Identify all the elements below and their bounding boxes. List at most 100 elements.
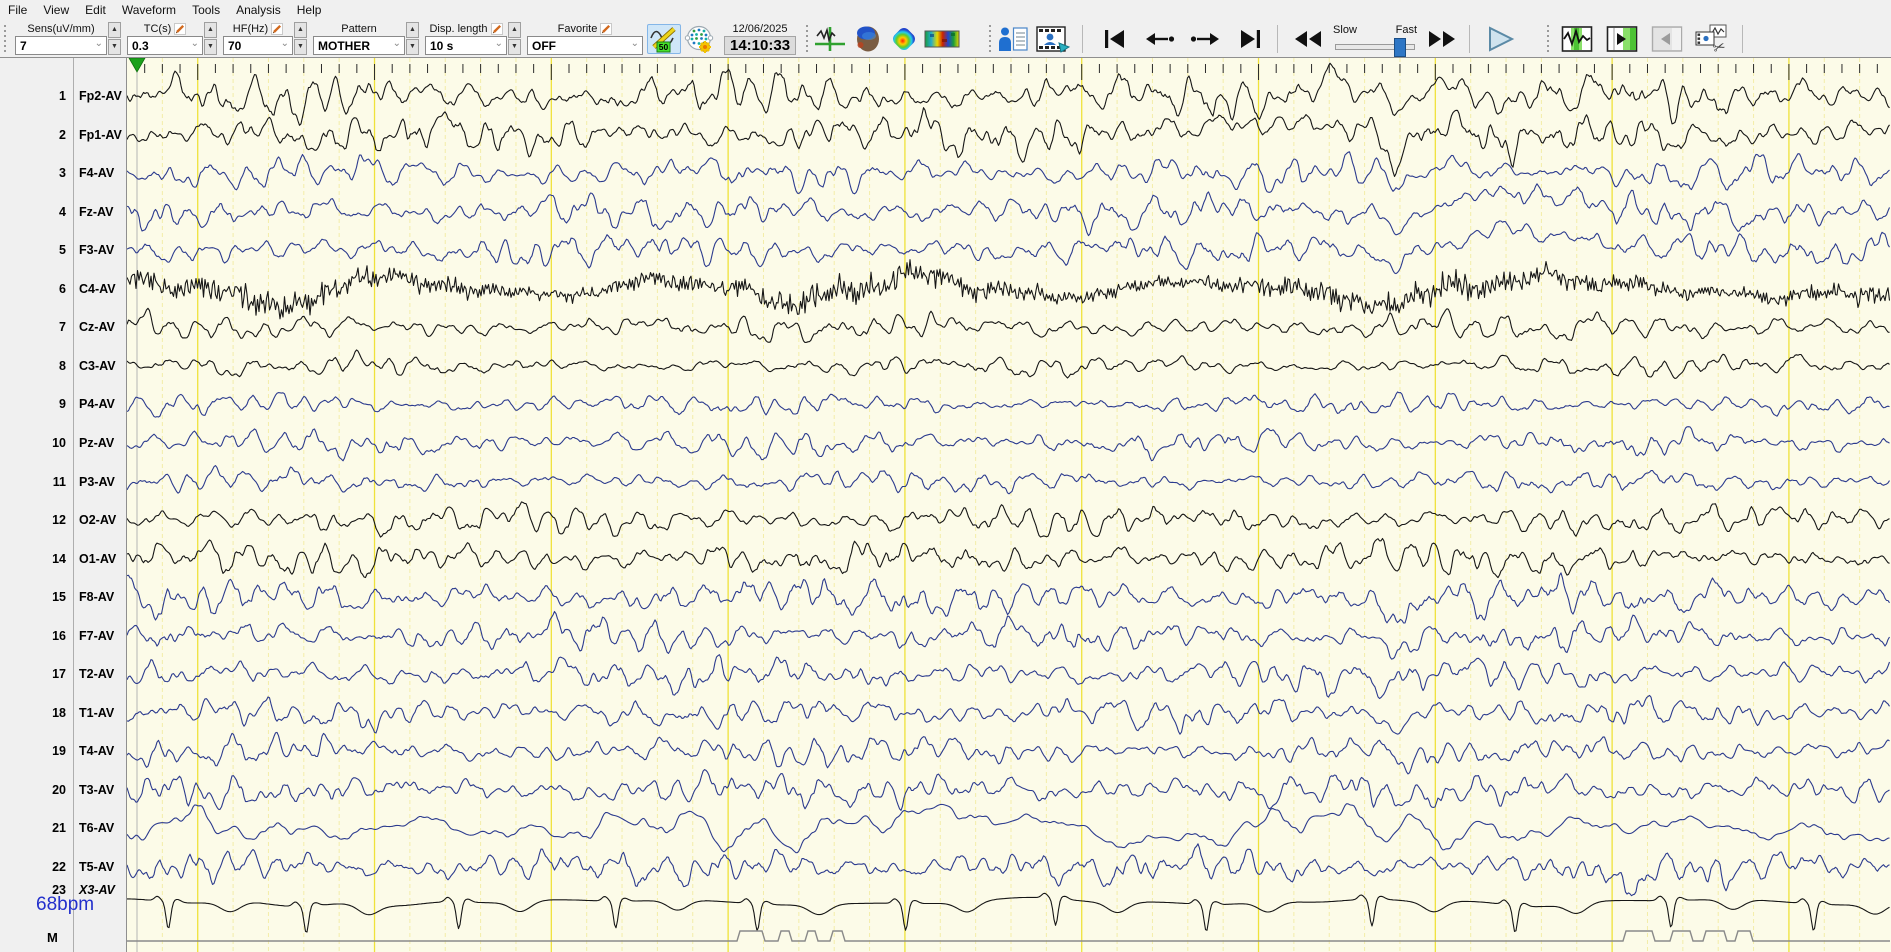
favorite-combo[interactable]: OFF ⌄ [527, 36, 643, 55]
toolbar-separator [1742, 24, 1744, 53]
rewind-button[interactable] [1288, 24, 1328, 54]
skip-to-end-button[interactable] [1232, 24, 1268, 54]
tc-edit-icon[interactable] [174, 23, 187, 35]
channel-row[interactable]: 1 Fp2-AV [0, 87, 127, 105]
channel-row[interactable]: 19 T4-AV [0, 742, 127, 760]
review-waveform-button[interactable] [1558, 24, 1596, 54]
channel-number: 3 [59, 166, 66, 181]
sens-spinner-up[interactable]: ▲ [108, 22, 121, 38]
channel-row[interactable]: 4 Fz-AV [0, 203, 127, 221]
channel-label: F3-AV [79, 243, 115, 258]
fast-forward-button[interactable] [1422, 24, 1462, 54]
toolbar-grip[interactable] [1545, 24, 1551, 53]
menu-item-help[interactable]: Help [289, 1, 330, 19]
channel-row[interactable]: 9 P4-AV [0, 395, 127, 413]
channel-row[interactable]: 6 C4-AV [0, 280, 127, 298]
channel-label: T2-AV [79, 667, 115, 682]
channel-row[interactable]: 14 O1-AV [0, 550, 127, 568]
channel-row[interactable]: 18 T1-AV [0, 704, 127, 722]
video-clip-cut-button[interactable]: ✂ [1691, 24, 1733, 54]
pattern-spinner-down[interactable]: ▼ [406, 39, 419, 55]
channel-label: T5-AV [79, 860, 115, 874]
menu-item-waveform[interactable]: Waveform [114, 1, 184, 19]
channel-row[interactable]: 8 C3-AV [0, 357, 127, 375]
notch-filter-button[interactable]: 50 [647, 23, 681, 54]
topo-map-button[interactable] [888, 24, 920, 54]
channel-row[interactable]: 10 Pz-AV [0, 434, 127, 452]
channel-label: P3-AV [79, 474, 115, 489]
head-3d-map-button[interactable] [850, 24, 886, 54]
pattern-combo[interactable]: MOTHER ⌄ [313, 36, 405, 55]
hf-edit-icon[interactable] [271, 23, 284, 35]
menu-item-analysis[interactable]: Analysis [228, 1, 289, 19]
channel-number: 9 [59, 397, 66, 412]
menu-item-edit[interactable]: Edit [77, 1, 114, 19]
channel-row[interactable]: 12 O2-AV [0, 511, 127, 529]
step-forward-icon [1190, 32, 1220, 45]
menu-item-tools[interactable]: Tools [184, 1, 228, 19]
channel-label: F4-AV [79, 166, 115, 181]
menu-item-file[interactable]: File [0, 1, 35, 19]
toolbar-grip[interactable] [804, 24, 810, 53]
hf-value: 70 [228, 38, 242, 53]
channel-row[interactable]: 20 T3-AV [0, 781, 127, 799]
channel-row[interactable]: 16 F7-AV [0, 627, 127, 645]
patient-info-icon [999, 26, 1028, 51]
skip-to-start-button[interactable] [1097, 24, 1133, 54]
channel-number: 17 [52, 667, 66, 682]
datetime-display: 12/06/2025 14:10:33 [724, 22, 797, 55]
channel-row[interactable]: 11 P3-AV [0, 473, 127, 491]
video-button[interactable] [1033, 24, 1073, 54]
channel-row[interactable]: 5 F3-AV [0, 241, 127, 259]
channel-row[interactable]: 22 T5-AV [0, 858, 127, 876]
hf-combo[interactable]: 70 ⌄ [223, 36, 293, 55]
channel-label: T6-AV [79, 821, 115, 836]
sens-combo[interactable]: 7 ⌄ [15, 36, 107, 55]
disp-length-edit-icon[interactable] [490, 23, 503, 35]
speed-slider-handle[interactable] [1394, 37, 1407, 57]
waveform-area[interactable] [127, 58, 1891, 952]
step-back-button[interactable] [1140, 24, 1180, 54]
hf-spinner-down[interactable]: ▼ [294, 39, 307, 55]
tc-label: TC(s) [143, 23, 172, 35]
channel-label: P4-AV [79, 397, 115, 412]
channel-row[interactable]: 2 Fp1-AV [0, 126, 127, 144]
skip-to-end-icon [1241, 29, 1261, 48]
channel-row[interactable]: 23 X3-AV [0, 881, 127, 899]
channel-row[interactable]: 7 Cz-AV [0, 318, 127, 336]
review-play-button[interactable] [1603, 24, 1641, 54]
menu-item-view[interactable]: View [35, 1, 77, 19]
montage-settings-button[interactable] [683, 24, 717, 54]
channel-number: 18 [52, 705, 66, 720]
channel-row[interactable]: 15 F8-AV [0, 588, 127, 606]
play-button[interactable] [1478, 24, 1522, 54]
hf-spinner-up[interactable]: ▲ [294, 22, 307, 38]
tc-spinner-down[interactable]: ▼ [204, 39, 217, 55]
channel-row[interactable]: 17 T2-AV [0, 665, 127, 683]
tc-combo[interactable]: 0.3 ⌄ [127, 36, 203, 55]
channel-label: Pz-AV [79, 435, 115, 450]
date-display: 12/06/2025 [732, 22, 788, 35]
eeg-traces-canvas [127, 58, 1891, 952]
sens-spinner-down[interactable]: ▼ [108, 39, 121, 55]
param-group-sens: Sens(uV/mm) 7 ⌄ ▲ ▼ [15, 22, 121, 55]
patient-info-button[interactable] [995, 24, 1031, 54]
pattern-spinner-up[interactable]: ▲ [406, 22, 419, 38]
tc-spinner-up[interactable]: ▲ [204, 22, 217, 38]
channel-number: 6 [59, 281, 66, 296]
review-back-button-disabled[interactable] [1648, 24, 1686, 54]
channel-label: O1-AV [79, 551, 117, 566]
toolbar-grip[interactable] [987, 24, 993, 53]
disp-length-spinner-down[interactable]: ▼ [508, 39, 521, 55]
spectrogram-button[interactable] [922, 24, 962, 54]
step-forward-button[interactable] [1185, 24, 1225, 54]
toolbar-grip[interactable] [2, 24, 7, 53]
trend-graph-button[interactable] [812, 24, 848, 54]
disp-length-combo[interactable]: 10 s ⌄ [425, 36, 507, 55]
speed-slider[interactable]: Slow Fast [1333, 24, 1417, 57]
channel-row[interactable]: 3 F4-AV [0, 164, 127, 182]
disp-length-spinner-up[interactable]: ▲ [508, 22, 521, 38]
channel-row[interactable]: 21 T6-AV [0, 819, 127, 837]
rewind-icon [1295, 30, 1322, 47]
favorite-edit-icon[interactable] [600, 23, 613, 35]
